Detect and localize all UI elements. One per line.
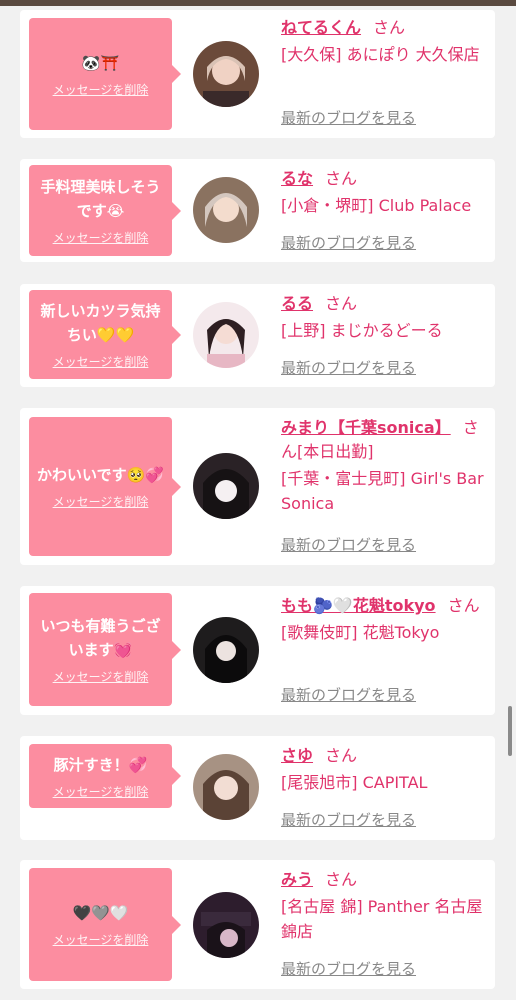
honorific: さん — [325, 746, 358, 765]
shop-info: [千葉・富士見町] Girl's Bar Sonica — [281, 469, 484, 513]
delete-message-link[interactable]: メッセージを削除 — [53, 229, 149, 246]
sender-info: るる さん [上野] まじかるどーる — [281, 292, 491, 343]
latest-blog-link[interactable]: 最新のブログを見る — [281, 357, 416, 378]
sender-name-link[interactable]: さゆ — [281, 746, 313, 765]
delete-message-link[interactable]: メッセージを削除 — [53, 81, 149, 98]
shop-info: [歌舞伎町] 花魁Tokyo — [281, 623, 440, 642]
message-card: 豚汁すき！💞 メッセージを削除 さゆ さん [尾張旭市] CAPITAL 最新のブ… — [20, 736, 495, 840]
shop-info: [大久保] あにぽり 大久保店 — [281, 45, 480, 64]
sender-info: さゆ さん [尾張旭市] CAPITAL — [281, 744, 491, 795]
sender-name-link[interactable]: みう — [281, 870, 313, 889]
scrollbar[interactable] — [508, 706, 512, 756]
sender-info: もも🫐🤍花魁tokyo さん [歌舞伎町] 花魁Tokyo — [281, 594, 491, 645]
delete-message-link[interactable]: メッセージを削除 — [53, 668, 149, 685]
avatar[interactable] — [193, 453, 259, 519]
message-text: かわいいです🥺💞 — [37, 466, 164, 484]
message-bubble: 新しいカツラ気持ちい💛💛 メッセージを削除 — [29, 290, 181, 379]
message-text: 手料理美味しそうです😭 — [40, 178, 161, 220]
delete-message-link[interactable]: メッセージを削除 — [53, 783, 149, 800]
top-bar — [0, 0, 516, 6]
message-card: いつも有難うございます💓 メッセージを削除 もも🫐🤍花魁tokyo さん [歌舞伎… — [20, 586, 495, 715]
avatar[interactable] — [193, 177, 259, 243]
message-bubble: 🐼⛩️ メッセージを削除 — [29, 18, 181, 130]
message-text: 豚汁すき！💞 — [53, 755, 148, 774]
shop-info: [名古屋 錦] Panther 名古屋錦店 — [281, 897, 483, 941]
shop-info: [尾張旭市] CAPITAL — [281, 773, 428, 792]
latest-blog-link[interactable]: 最新のブログを見る — [281, 809, 416, 830]
message-bubble: かわいいです🥺💞 メッセージを削除 — [29, 417, 181, 556]
sender-info: みう さん [名古屋 錦] Panther 名古屋錦店 — [281, 868, 491, 944]
message-card: 🖤🩶🤍 メッセージを削除 みう さん [名古屋 錦] Panther 名古屋錦店 … — [20, 860, 495, 989]
sender-info: みまり【千葉sonica】 さん[本日出勤] [千葉・富士見町] Girl's B… — [281, 416, 491, 516]
sender-name-link[interactable]: みまり【千葉sonica】 — [281, 418, 451, 437]
avatar[interactable] — [193, 754, 259, 820]
honorific: さん — [325, 169, 358, 188]
delete-message-link[interactable]: メッセージを削除 — [53, 353, 149, 370]
message-bubble: 🖤🩶🤍 メッセージを削除 — [29, 868, 181, 981]
avatar[interactable] — [193, 41, 259, 107]
message-text: 🐼⛩️ — [81, 53, 120, 72]
avatar[interactable] — [193, 892, 259, 958]
latest-blog-link[interactable]: 最新のブログを見る — [281, 958, 416, 979]
message-bubble: 豚汁すき！💞 メッセージを削除 — [29, 744, 181, 808]
message-card: 🐼⛩️ メッセージを削除 ねてるくん さん [大久保] あにぽり 大久保店 最新の… — [20, 10, 495, 138]
sender-name-link[interactable]: るる — [281, 294, 313, 313]
sender-name-link[interactable]: ねてるくん — [281, 18, 361, 37]
message-bubble: いつも有難うございます💓 メッセージを削除 — [29, 593, 181, 706]
message-text: 新しいカツラ気持ちい💛💛 — [40, 302, 161, 344]
shop-info: [上野] まじかるどーる — [281, 321, 443, 340]
honorific: さん — [325, 870, 358, 889]
latest-blog-link[interactable]: 最新のブログを見る — [281, 107, 416, 128]
delete-message-link[interactable]: メッセージを削除 — [53, 493, 149, 510]
sender-info: ねてるくん さん [大久保] あにぽり 大久保店 — [281, 16, 491, 67]
sender-info: るな さん [小倉・堺町] Club Palace — [281, 167, 491, 218]
message-card: 新しいカツラ気持ちい💛💛 メッセージを削除 るる さん [上野] まじかるどーる … — [20, 284, 495, 387]
message-bubble: 手料理美味しそうです😭 メッセージを削除 — [29, 165, 181, 256]
sender-name-link[interactable]: るな — [281, 169, 313, 188]
message-text: いつも有難うございます💓 — [40, 617, 161, 659]
avatar[interactable] — [193, 617, 259, 683]
latest-blog-link[interactable]: 最新のブログを見る — [281, 534, 416, 555]
message-card: 手料理美味しそうです😭 メッセージを削除 るな さん [小倉・堺町] Club P… — [20, 159, 495, 262]
honorific: さん — [447, 596, 480, 615]
delete-message-link[interactable]: メッセージを削除 — [53, 931, 149, 948]
latest-blog-link[interactable]: 最新のブログを見る — [281, 232, 416, 253]
message-card: かわいいです🥺💞 メッセージを削除 みまり【千葉sonica】 さん[本日出勤] … — [20, 408, 495, 565]
message-text: 🖤🩶🤍 — [72, 904, 129, 922]
shop-info: [小倉・堺町] Club Palace — [281, 196, 472, 215]
honorific: さん — [373, 18, 406, 37]
honorific: さん — [325, 294, 358, 313]
avatar[interactable] — [193, 302, 259, 368]
sender-name-link[interactable]: もも🫐🤍花魁tokyo — [281, 596, 436, 615]
latest-blog-link[interactable]: 最新のブログを見る — [281, 684, 416, 705]
